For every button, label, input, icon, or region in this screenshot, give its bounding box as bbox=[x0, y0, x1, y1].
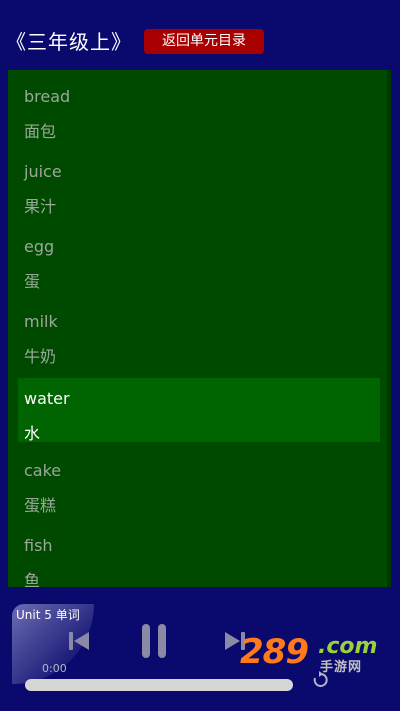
back-to-units-button[interactable]: 返回单元目录 bbox=[144, 29, 264, 54]
word-english: milk bbox=[24, 312, 58, 331]
word-chinese: 蛋糕 bbox=[24, 496, 57, 515]
word-item-egg[interactable]: egg 蛋 bbox=[18, 226, 380, 291]
skip-previous-icon[interactable] bbox=[64, 626, 94, 656]
word-english: fish bbox=[24, 536, 53, 555]
word-english: bread bbox=[24, 87, 71, 106]
word-english: water bbox=[24, 389, 70, 408]
track-title: Unit 5 单词 bbox=[16, 608, 80, 622]
word-item-milk[interactable]: milk 牛奶 bbox=[18, 301, 380, 366]
word-item-cake[interactable]: cake 蛋糕 bbox=[18, 450, 380, 515]
word-english: egg bbox=[24, 237, 55, 256]
word-english: cake bbox=[24, 461, 62, 480]
word-chinese: 果汁 bbox=[24, 197, 57, 216]
header-bar: 《三年级上》 返回单元目录 bbox=[0, 0, 400, 70]
word-chinese: 鱼 bbox=[24, 571, 41, 587]
word-chinese: 蛋 bbox=[24, 272, 41, 291]
word-chinese: 面包 bbox=[24, 122, 57, 141]
current-time: 0:00 bbox=[42, 662, 67, 675]
word-item-juice[interactable]: juice 果汁 bbox=[18, 151, 380, 216]
word-item-fish[interactable]: fish 鱼 bbox=[18, 525, 380, 587]
skip-next-icon[interactable] bbox=[220, 626, 250, 656]
loop-icon[interactable] bbox=[310, 670, 330, 690]
audio-player: Unit 5 单词 0:00 bbox=[0, 598, 400, 711]
word-chinese: 水 bbox=[24, 424, 41, 443]
word-list[interactable]: bread 面包 juice 果汁 egg 蛋 milk 牛奶 water 水 … bbox=[8, 70, 391, 587]
list-scrollbar[interactable] bbox=[387, 70, 391, 587]
book-title: 《三年级上》 bbox=[6, 30, 132, 54]
pause-icon[interactable] bbox=[138, 622, 170, 660]
word-english: juice bbox=[24, 162, 62, 181]
word-chinese: 牛奶 bbox=[24, 347, 57, 366]
word-item-water-selected[interactable]: water 水 bbox=[18, 378, 380, 443]
word-item-bread[interactable]: bread 面包 bbox=[18, 76, 380, 141]
progress-slider[interactable] bbox=[25, 679, 293, 691]
